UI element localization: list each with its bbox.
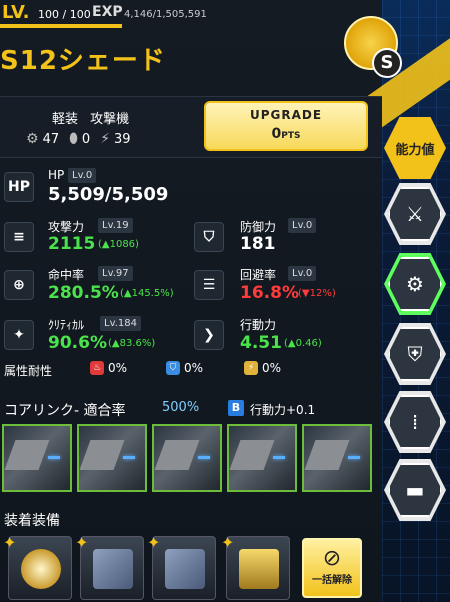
attack-label: 攻撃力 (48, 220, 85, 234)
bonus-icon: B (228, 400, 244, 416)
rank-badge: S (372, 48, 402, 78)
defense-value: 181 (240, 234, 276, 254)
hp-level: Lv.0 (68, 168, 97, 183)
hp-label: HP (48, 168, 65, 182)
defense-icon: ⛉ (194, 222, 224, 252)
capsule-icon: ⬮ (69, 131, 78, 147)
core-slot[interactable] (2, 424, 72, 492)
level-value: 100 / 100 (38, 8, 91, 21)
upgrade-arrow-icon: ✦ (3, 533, 17, 552)
upgrade-label: UPGRADE (249, 108, 323, 122)
gear-icon: ⚙ (26, 131, 39, 147)
accuracy-label: 命中率 (48, 268, 85, 282)
fire-icon: ♨ (90, 361, 104, 375)
ice-icon: ⛉ (166, 361, 180, 375)
class-tags: 軽装 攻撃機 (52, 108, 137, 127)
exp-label: EXP (92, 4, 123, 20)
equipment-slot[interactable]: ✦ (75, 533, 144, 600)
crosshair-icon: ⊕ (4, 270, 34, 300)
equipment-art (21, 549, 61, 589)
equipment-slot[interactable]: ✦ (221, 533, 290, 600)
ice-resist: ⛉ 0% (166, 361, 203, 375)
core-link-label: コアリンク- 適合率 (4, 403, 126, 419)
unequip-icon: ⊘ (322, 546, 342, 571)
accuracy-level: Lv.97 (98, 266, 133, 281)
equipment-label: 装着装備 (4, 513, 60, 529)
lightning-count: ⚡ 39 (100, 131, 131, 147)
resist-label: 属性耐性 (4, 364, 53, 378)
level-bar (0, 24, 122, 28)
shield-icon: ⛨ (407, 342, 423, 366)
upgrade-arrow-icon: ✦ (147, 533, 161, 552)
evasion-delta: (▼12%) (298, 288, 336, 299)
equipment-art (93, 549, 133, 589)
upgrade-arrow-icon: ✦ (75, 533, 89, 552)
evasion-value: 16.8% (240, 283, 299, 303)
hp-icon: HP (4, 172, 34, 202)
equipment-slot[interactable]: ✦ (147, 533, 216, 600)
equipment-art (165, 549, 205, 589)
lightning-icon: ⚡ (100, 131, 111, 147)
attack-icon: ≡ (4, 222, 34, 252)
core-slot[interactable] (302, 424, 372, 492)
gear-count: ⚙ 47 (26, 131, 60, 147)
capsule-count: ⬮ 0 (69, 131, 91, 147)
critical-delta: (▲83.6%) (108, 338, 156, 349)
defense-label: 防御力 (240, 220, 277, 234)
core-slot[interactable] (152, 424, 222, 492)
electric-icon: ⚡ (244, 361, 258, 375)
defense-level: Lv.0 (288, 218, 317, 233)
critical-value: 90.6% (48, 333, 107, 353)
hp-value: 5,509/5,509 (48, 184, 169, 205)
critical-icon: ✦ (4, 320, 34, 350)
electric-resist: ⚡ 0% (244, 361, 281, 375)
evasion-level: Lv.0 (288, 266, 317, 281)
accuracy-delta: (▲145.5%) (120, 288, 174, 299)
equipment-slot[interactable]: ✦ (3, 533, 72, 600)
action-delta: (▲0.46) (284, 338, 322, 349)
upgrade-button[interactable]: UPGRADE 0PTS (204, 101, 368, 151)
critical-level: Lv.184 (100, 316, 141, 331)
upgrade-arrow-icon: ✦ (221, 533, 235, 552)
upgrade-points: 0PTS (271, 126, 301, 142)
core-slot[interactable] (77, 424, 147, 492)
class-counts: ⚙ 47 ⬮ 0 ⚡ 39 (26, 131, 131, 147)
core-slot[interactable] (227, 424, 297, 492)
class-tag: 攻撃機 (90, 112, 130, 127)
critical-label: ｸﾘﾃｨｶﾙ (48, 318, 85, 332)
evasion-label: 回避率 (240, 268, 277, 282)
action-value: 4.51 (240, 333, 282, 353)
bulk-unequip-button[interactable]: ⊘ 一括解除 (302, 538, 362, 598)
class-tag: 軽装 (52, 112, 79, 127)
exp-value: 4,146/1,505,591 (124, 9, 207, 20)
attack-value: 2115 (48, 234, 96, 254)
accuracy-value: 280.5% (48, 283, 119, 303)
level-label: LV. (2, 2, 30, 23)
core-link-rate: 500% (162, 400, 200, 415)
empty-slot-icon: ▬ (405, 478, 425, 502)
fire-resist: ♨ 0% (90, 361, 127, 375)
equipment-art (239, 549, 279, 589)
evasion-icon: ☰ (194, 270, 224, 300)
sword-icon: ⚔ (406, 202, 424, 226)
core-link-bonus: 行動力+0.1 (250, 403, 316, 417)
unit-name: S12シェード (0, 46, 166, 76)
mech-icon: ⚙ (406, 272, 424, 296)
attack-delta: (▲1086) (98, 239, 139, 250)
action-label: 行動力 (240, 318, 277, 332)
bullets-icon: ⁞ (411, 410, 419, 434)
attack-level: Lv.19 (98, 218, 133, 233)
action-icon: ❯ (194, 320, 224, 350)
